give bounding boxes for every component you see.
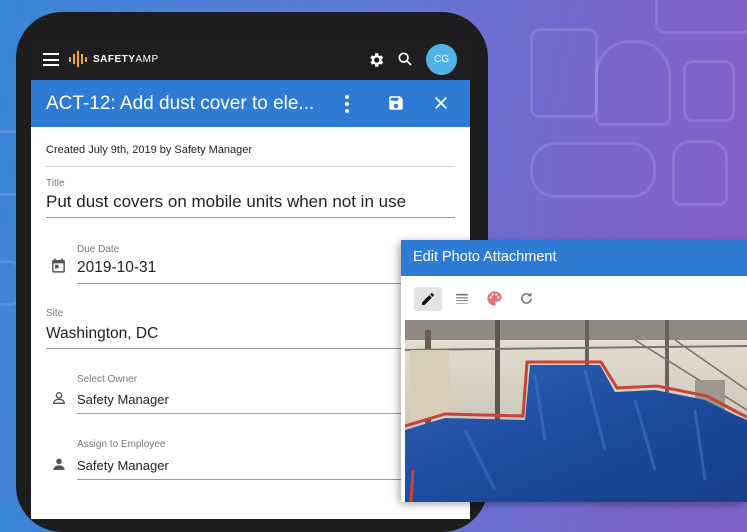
- calendar-icon: [52, 258, 65, 273]
- background-monitor-icon: [655, 0, 747, 34]
- pencil-icon: [422, 293, 434, 305]
- due-date-field[interactable]: 2019-10-31: [77, 259, 156, 277]
- edit-photo-panel: Edit Photo Attachment: [401, 240, 747, 502]
- logo-text: SAFETYAMP: [93, 53, 159, 65]
- pencil-tool-button[interactable]: [414, 287, 442, 311]
- due-date-label: Due Date: [77, 244, 120, 255]
- gear-icon[interactable]: [367, 51, 385, 69]
- created-info: Created July 9th, 2019 by Safety Manager: [46, 144, 253, 156]
- user-avatar[interactable]: CG: [426, 44, 457, 75]
- title-field-underline: [46, 217, 455, 218]
- site-label: Site: [46, 308, 64, 319]
- line-weight-icon[interactable]: [454, 292, 470, 306]
- title-label: Title: [46, 178, 65, 189]
- site-underline: [46, 348, 455, 349]
- person-outline-icon: [52, 392, 66, 404]
- site-field[interactable]: Washington, DC: [46, 325, 158, 343]
- background-checklist-icon: [683, 60, 735, 122]
- person-icon: [53, 458, 65, 470]
- title-field[interactable]: Put dust covers on mobile units when not…: [46, 192, 406, 212]
- owner-select[interactable]: Safety Manager: [77, 392, 169, 407]
- app-top-bar: SAFETYAMP CG: [31, 39, 470, 80]
- page-title: ACT-12: Add dust cover to ele...: [46, 93, 315, 114]
- created-divider: [46, 166, 455, 167]
- close-icon[interactable]: [433, 95, 449, 111]
- logo-mark-icon: [69, 51, 87, 67]
- save-icon[interactable]: [387, 94, 405, 112]
- background-goggles-icon: [530, 142, 656, 198]
- warehouse-photo[interactable]: [405, 320, 747, 502]
- owner-label: Select Owner: [77, 374, 138, 385]
- background-glove-icon: [672, 140, 728, 206]
- owner-underline: [77, 413, 455, 414]
- palette-icon[interactable]: [486, 290, 503, 307]
- employee-select[interactable]: Safety Manager: [77, 458, 169, 473]
- photo-toolbar: [401, 276, 747, 318]
- background-clipboard-icon: [530, 28, 598, 118]
- more-vert-icon[interactable]: [344, 95, 350, 113]
- action-app-bar: ACT-12: Add dust cover to ele...: [31, 80, 470, 127]
- edit-photo-header: Edit Photo Attachment: [401, 240, 747, 276]
- edit-photo-title: Edit Photo Attachment: [413, 249, 557, 265]
- due-date-underline: [77, 283, 455, 284]
- redo-icon[interactable]: [518, 290, 535, 307]
- employee-underline: [77, 479, 455, 480]
- employee-label: Assign to Employee: [77, 439, 166, 450]
- safetyamp-logo: SAFETYAMP: [69, 49, 159, 69]
- background-worker-icon: [595, 40, 671, 126]
- hamburger-menu-icon[interactable]: [43, 53, 59, 66]
- search-icon[interactable]: [397, 51, 413, 67]
